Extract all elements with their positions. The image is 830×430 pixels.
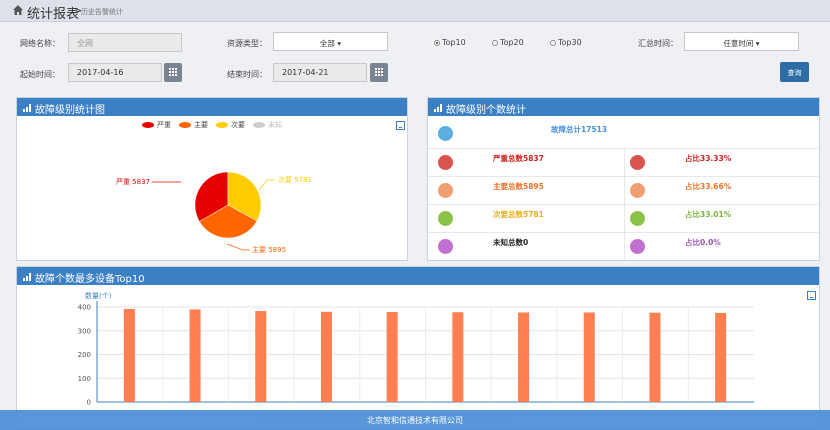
resource-type-select[interactable]: 全部 ▾ (273, 32, 388, 51)
major-total: 主要总数5895 (493, 182, 544, 191)
top20-radio[interactable]: Top20 (492, 38, 524, 47)
bar-signal-icon (23, 273, 31, 281)
page-subtitle: 历史告警统计 (81, 8, 123, 16)
summary-time-label: 汇总时间： (638, 39, 678, 48)
y-tick-label: 300 (78, 327, 91, 335)
legend-swatch (142, 122, 154, 128)
radio-selected-icon (434, 39, 440, 46)
unknown-ratio: 占比0.0% (685, 238, 721, 247)
legend-item-severe[interactable]: 严重 (142, 120, 171, 130)
home-icon[interactable] (12, 4, 24, 16)
top30-radio[interactable]: Top30 (550, 38, 582, 47)
flask-icon (630, 239, 645, 254)
major-ratio: 占比33.66% (685, 182, 732, 191)
bar[interactable] (715, 312, 727, 402)
bar[interactable] (189, 309, 201, 402)
y-tick-label: 400 (78, 304, 91, 312)
end-date-input[interactable]: 2017-04-21 (273, 63, 367, 82)
pie-legend: 严重 主要 次要 未知 (17, 120, 407, 130)
bar[interactable] (583, 312, 595, 402)
network-input[interactable]: 全网 (68, 33, 182, 52)
legend-item-unknown[interactable]: 未知 (253, 120, 282, 130)
end-time-label: 结束时间： (227, 70, 267, 79)
column-divider (624, 148, 625, 260)
bar[interactable] (320, 311, 332, 402)
flask-icon (438, 239, 453, 254)
radio-icon (492, 39, 498, 46)
bar-chart: 0 100 200 300 400 (78, 301, 754, 407)
bar-panel-header: 故障个数最多设备Top10 (17, 267, 819, 285)
bar-panel-title: 故障个数最多设备Top10 (35, 274, 145, 285)
y-tick-label: 100 (78, 375, 91, 383)
bar[interactable] (123, 308, 135, 402)
bar[interactable] (452, 312, 464, 402)
pie-panel-title: 故障级别统计图 (35, 105, 105, 116)
cart-icon (630, 183, 645, 198)
chat-icon (630, 155, 645, 170)
severe-total: 严重总数5837 (493, 154, 544, 163)
bar[interactable] (649, 312, 661, 402)
resource-type-label: 资源类型： (227, 39, 267, 48)
legend-swatch (216, 122, 228, 128)
legend-item-major[interactable]: 主要 (179, 120, 208, 130)
count-panel: 故障级别个数统计 故障总计17513 严重总数5837 占比33.33% 主要总… (427, 97, 820, 261)
calendar-icon (169, 68, 177, 76)
flask-icon (438, 211, 453, 226)
network-label: 网络名称： (20, 39, 60, 48)
pie-label-major: 主要 5895 (252, 245, 286, 254)
bar-panel: 故障个数最多设备Top10 数量(个) 0 100 200 300 400 (16, 266, 820, 430)
y-tick-label: 0 (87, 399, 91, 407)
count-panel-header: 故障级别个数统计 (428, 98, 819, 116)
calendar-icon (375, 68, 383, 76)
unknown-total: 未知总数0 (493, 238, 529, 247)
summary-time-select[interactable]: 任意时间 ▾ (684, 32, 799, 51)
radio-icon (550, 39, 556, 46)
flask-icon (630, 211, 645, 226)
legend-swatch (179, 122, 191, 128)
end-calendar-button[interactable] (370, 63, 388, 82)
minor-total: 次要总数5781 (493, 210, 544, 219)
query-button[interactable]: 查询 (780, 62, 809, 82)
bar[interactable] (518, 312, 530, 402)
bar[interactable] (386, 311, 398, 402)
start-time-label: 起始时间： (20, 70, 60, 79)
pie-panel-header: 故障级别统计图 (17, 98, 407, 116)
top10-radio[interactable]: Top10 (434, 38, 466, 47)
legend-item-minor[interactable]: 次要 (216, 120, 245, 130)
start-date-input[interactable]: 2017-04-16 (68, 63, 162, 82)
top-bar: 统计报表 > 历史告警统计 (0, 0, 830, 22)
minor-ratio: 占比33.01% (685, 210, 732, 219)
bar[interactable] (255, 311, 267, 402)
pie-label-minor: 次要 5781 (278, 175, 312, 184)
bar-signal-icon (434, 104, 442, 112)
count-panel-title: 故障级别个数统计 (446, 105, 526, 116)
start-calendar-button[interactable] (164, 63, 182, 82)
y-tick-label: 200 (78, 351, 91, 359)
pie-panel: 故障级别统计图 严重 主要 次要 未知 严重 5837 次要 5781 主要 5… (16, 97, 408, 261)
cart-icon (438, 183, 453, 198)
twitter-icon (438, 126, 453, 141)
bar-signal-icon (23, 104, 31, 112)
page-title: 统计报表 (27, 7, 80, 22)
chat-icon (438, 155, 453, 170)
pie-chart: 严重 5837 次要 5781 主要 5895 (116, 171, 312, 254)
total-count: 故障总计17513 (551, 125, 608, 134)
legend-swatch (253, 122, 265, 128)
severe-ratio: 占比33.33% (685, 154, 732, 163)
pie-label-severe: 严重 5837 (116, 178, 150, 186)
footer: 北京智和信通技术有限公司 (0, 410, 830, 430)
